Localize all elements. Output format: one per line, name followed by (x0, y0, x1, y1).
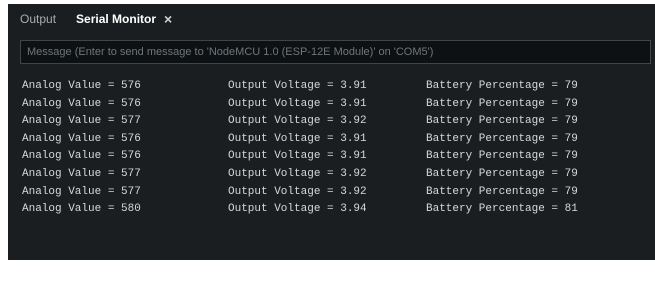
output-line: Analog Value = 576 Output Voltage = 3.91… (20, 131, 651, 149)
output-voltage-text: Output Voltage = 3.91 (228, 97, 367, 110)
output-voltage-text: Output Voltage = 3.92 (228, 115, 367, 128)
output-line: Analog Value = 576 Output Voltage = 3.91… (20, 78, 651, 96)
output-voltage-text: Output Voltage = 3.92 (228, 167, 367, 180)
output-line: Analog Value = 577 Output Voltage = 3.92… (20, 184, 651, 202)
tab-output-label: Output (20, 12, 57, 26)
battery-percentage-text: Battery Percentage = 79 (426, 185, 578, 198)
battery-percentage-text: Battery Percentage = 79 (426, 150, 578, 163)
output-line: Analog Value = 576 Output Voltage = 3.91… (20, 96, 651, 114)
battery-percentage-text: Battery Percentage = 79 (426, 97, 578, 110)
output-line: Analog Value = 576 Output Voltage = 3.91… (20, 148, 651, 166)
battery-percentage-text: Battery Percentage = 79 (426, 132, 578, 145)
tab-bar: Output Serial Monitor × (8, 4, 655, 34)
analog-value-text: Analog Value = 577 (22, 115, 141, 128)
battery-percentage-text: Battery Percentage = 81 (426, 203, 578, 216)
battery-percentage-text: Battery Percentage = 79 (426, 80, 578, 92)
close-icon[interactable]: × (164, 12, 172, 26)
analog-value-text: Analog Value = 576 (22, 150, 141, 163)
tab-serial-monitor-label: Serial Monitor (76, 12, 157, 26)
analog-value-text: Analog Value = 576 (22, 97, 141, 110)
output-line: Analog Value = 577 Output Voltage = 3.92… (20, 113, 651, 131)
analog-value-text: Analog Value = 577 (22, 167, 141, 180)
battery-percentage-text: Battery Percentage = 79 (426, 115, 578, 128)
output-voltage-text: Output Voltage = 3.91 (228, 80, 367, 92)
output-voltage-text: Output Voltage = 3.91 (228, 132, 367, 145)
serial-monitor-panel: Output Serial Monitor × Analog Value = 5… (8, 4, 655, 260)
message-input-container (20, 40, 651, 64)
analog-value-text: Analog Value = 576 (22, 80, 141, 92)
output-line: Analog Value = 580 Output Voltage = 3.94… (20, 201, 651, 219)
output-line: Analog Value = 577 Output Voltage = 3.92… (20, 166, 651, 184)
output-voltage-text: Output Voltage = 3.91 (228, 150, 367, 163)
output-voltage-text: Output Voltage = 3.92 (228, 185, 367, 198)
battery-percentage-text: Battery Percentage = 79 (426, 167, 578, 180)
analog-value-text: Analog Value = 577 (22, 185, 141, 198)
serial-output: Analog Value = 576 Output Voltage = 3.91… (20, 78, 651, 248)
message-input[interactable] (21, 41, 650, 63)
analog-value-text: Analog Value = 580 (22, 203, 141, 216)
output-voltage-text: Output Voltage = 3.94 (228, 203, 367, 216)
analog-value-text: Analog Value = 576 (22, 132, 141, 145)
tab-serial-monitor[interactable]: Serial Monitor × (66, 4, 182, 34)
tab-output[interactable]: Output (8, 4, 66, 34)
